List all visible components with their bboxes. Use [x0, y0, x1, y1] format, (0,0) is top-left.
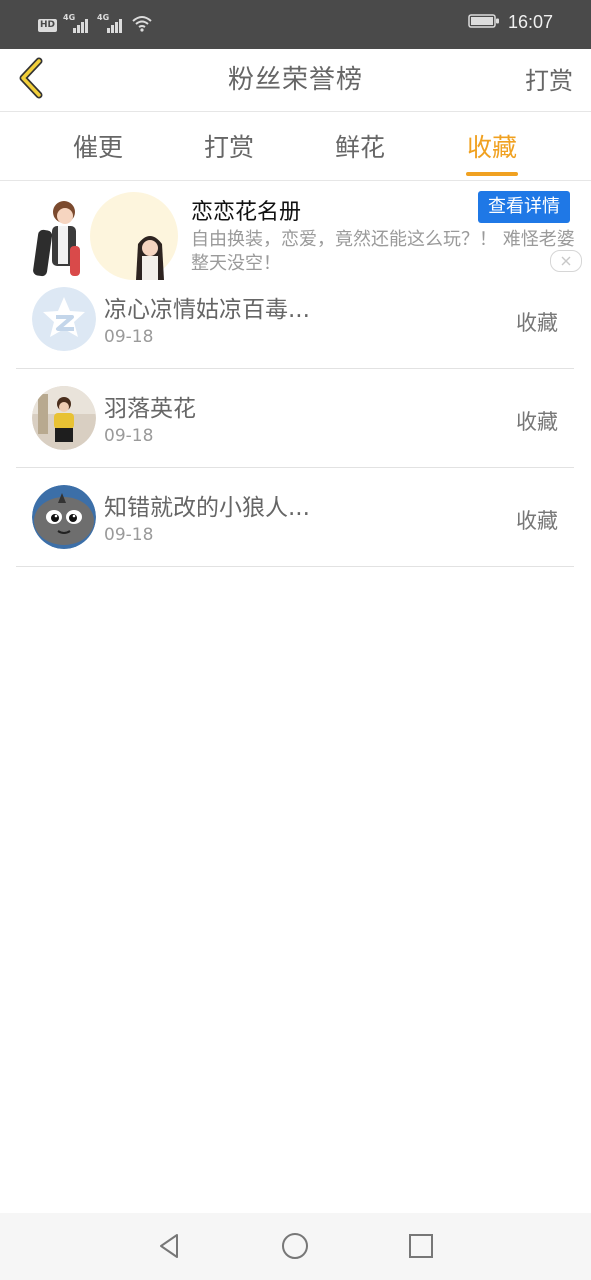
square-recents-icon [409, 1234, 433, 1258]
fan-row[interactable]: 知错就改的小狼人... 09-18 收藏 [16, 468, 574, 567]
cartoon-wolf-avatar [32, 485, 96, 549]
qzone-logo-avatar [32, 287, 96, 351]
fan-name: 知错就改的小狼人... [104, 495, 310, 521]
nav-home-button[interactable] [278, 1229, 312, 1263]
status-left: HD 4G 4G [38, 13, 153, 36]
close-icon [561, 256, 571, 266]
fan-list: 凉心凉情姑凉百毒... 09-18 收藏 羽落英花 09-18 收藏 知错就改的… [16, 270, 574, 567]
nav-back-button[interactable] [152, 1229, 186, 1263]
network-type-1: 4G [63, 13, 76, 22]
status-time: 16:07 [507, 12, 553, 32]
ad-image [30, 190, 178, 280]
fan-name: 羽落英花 [104, 396, 196, 422]
ad-description: 自由换装，恋爱，竟然还能这么玩？！ 难怪老婆整天没空！ [191, 229, 575, 274]
circle-home-icon [282, 1233, 308, 1259]
status-right: 16:07 [468, 12, 553, 33]
fan-date: 09-18 [104, 327, 154, 347]
page-title: 粉丝荣誉榜 [227, 65, 363, 95]
ad-close-button[interactable] [550, 250, 582, 272]
ad-banner[interactable]: 恋恋花名册 查看详情 自由换装，恋爱，竟然还能这么玩？！ 难怪老婆整天没空！ [0, 182, 591, 280]
reward-button[interactable]: 打赏 [525, 61, 573, 96]
active-tab-indicator [466, 172, 518, 176]
system-nav-bar [0, 1213, 591, 1280]
signal-icon-2: 4G [97, 13, 125, 35]
fan-action: 收藏 [516, 410, 558, 434]
network-type-2: 4G [97, 13, 110, 22]
tab-flowers[interactable]: 鲜花 [320, 128, 400, 164]
title-bar: 粉丝荣誉榜 打赏 [0, 49, 591, 112]
nav-recents-button[interactable] [404, 1229, 438, 1263]
fan-row[interactable]: 羽落英花 09-18 收藏 [16, 369, 574, 468]
signal-icon-1: 4G [63, 13, 91, 35]
status-bar: HD 4G 4G 16:07 [0, 0, 591, 49]
tab-bar: 催更 打赏 鲜花 收藏 [0, 112, 591, 181]
ad-details-button[interactable]: 查看详情 [478, 191, 570, 223]
photo-avatar [32, 386, 96, 450]
fan-name: 凉心凉情姑凉百毒... [104, 297, 310, 323]
tab-reward[interactable]: 打赏 [189, 128, 269, 164]
fan-date: 09-18 [104, 525, 154, 545]
app-screen: HD 4G 4G 16:07 粉丝荣誉榜 打赏 催更 打赏 鲜花 收藏 恋恋花名… [0, 0, 591, 1280]
tab-collect[interactable]: 收藏 [452, 128, 532, 164]
wifi-icon [131, 14, 153, 36]
battery-icon [468, 13, 500, 33]
ad-title: 恋恋花名册 [191, 200, 302, 225]
fan-action: 收藏 [516, 311, 558, 335]
hd-badge: HD [38, 18, 58, 32]
fan-action: 收藏 [516, 509, 558, 533]
fan-date: 09-18 [104, 426, 154, 446]
tab-urge[interactable]: 催更 [58, 128, 138, 164]
triangle-back-icon [160, 1234, 178, 1258]
fan-row[interactable]: 凉心凉情姑凉百毒... 09-18 收藏 [16, 270, 574, 369]
